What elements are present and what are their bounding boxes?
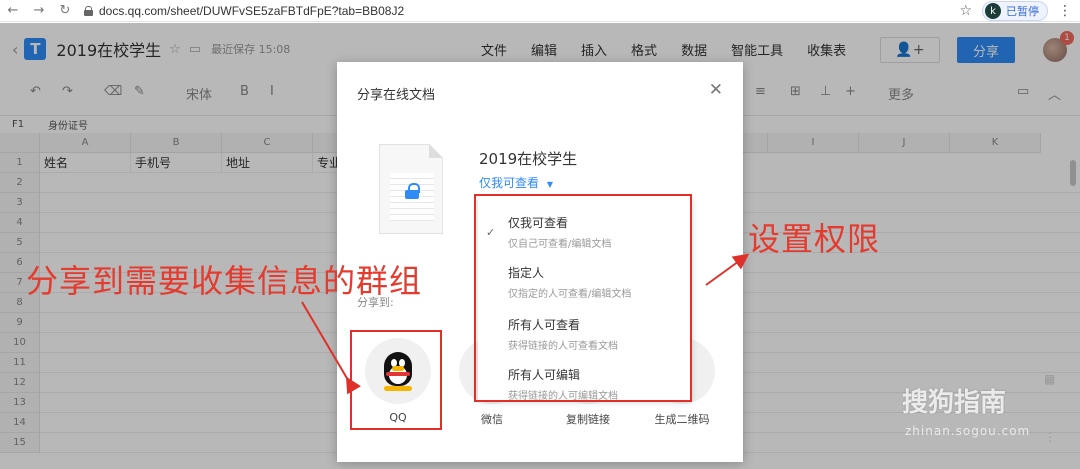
browser-toolbar: ← → ↻ docs.qq.com/sheet/DUWFvSE5zaFBTdFp… — [0, 0, 1080, 22]
lock-icon — [405, 183, 420, 199]
dialog-title: 分享在线文档 — [357, 88, 436, 103]
share-copy-link-label: 复制链接 — [566, 413, 610, 426]
close-icon[interactable]: ✕ — [709, 80, 723, 100]
forward-arrow-icon[interactable]: → — [26, 0, 52, 22]
browser-menu-icon[interactable]: ⋮ — [1058, 3, 1072, 19]
back-arrow-icon[interactable]: ← — [0, 0, 26, 22]
bookmark-star-icon[interactable]: ☆ — [959, 3, 972, 19]
share-wechat-label: 微信 — [481, 413, 503, 426]
watermark-url: zhinan.sogou.com — [905, 424, 1031, 438]
profile-avatar: k — [985, 3, 1001, 19]
profile-status: 已暂停 — [1006, 5, 1039, 18]
permission-select[interactable]: 仅我可查看 ▼ — [479, 174, 553, 191]
annotation-dropdown-box — [474, 194, 692, 402]
permission-selected-label: 仅我可查看 — [479, 176, 540, 190]
lock-icon — [84, 5, 93, 16]
dialog-doc-name: 2019在校学生 — [479, 150, 578, 168]
reload-icon[interactable]: ↻ — [52, 0, 78, 22]
profile-button[interactable]: k 已暂停 — [982, 1, 1048, 21]
address-bar[interactable]: docs.qq.com/sheet/DUWFvSE5zaFBTdFpE?tab=… — [84, 4, 404, 18]
sheet-file-icon — [379, 144, 443, 234]
share-qrcode-label: 生成二维码 — [654, 413, 710, 426]
watermark: 搜狗指南 — [902, 388, 1007, 418]
annotation-qq-box — [350, 330, 442, 430]
annotation-share-text: 分享到需要收集信息的群组 — [26, 262, 423, 300]
caret-down-icon: ▼ — [546, 180, 553, 189]
url-text: docs.qq.com/sheet/DUWFvSE5zaFBTdFpE?tab=… — [99, 3, 405, 18]
more-dots-icon[interactable]: ⋮ — [1044, 430, 1056, 444]
annotation-permission-text: 设置权限 — [748, 220, 881, 258]
qrcode-icon[interactable]: ▦ — [1044, 372, 1055, 386]
